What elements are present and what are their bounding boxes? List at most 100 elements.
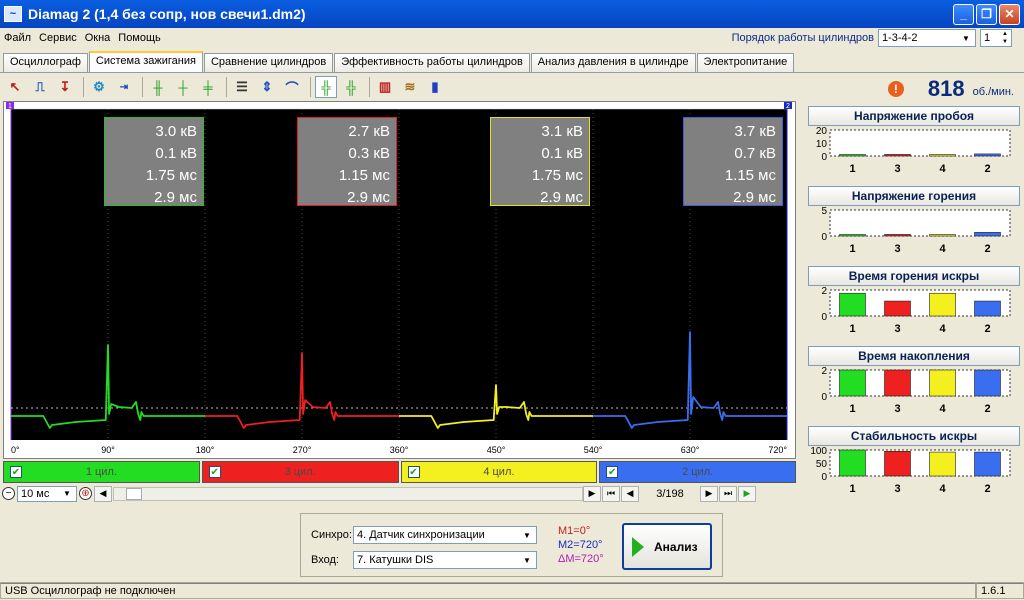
tab-divider (0, 72, 1024, 73)
category-label: 4 (939, 483, 946, 495)
breakdown-voltage: 3.0 кВ (155, 123, 197, 140)
zoom-out-icon[interactable]: − (2, 487, 15, 500)
stat-panel-title[interactable]: Напряжение горения (808, 186, 1020, 206)
burn-time: 1.75 мс (531, 167, 583, 184)
tab-cylinder-efficiency[interactable]: Эффективность работы цилиндров (334, 53, 530, 72)
oscilloscope-view[interactable]: 1120°90°180°270°360°450°540°630°720° 3.0… (3, 101, 796, 459)
position-slider[interactable] (113, 486, 583, 501)
menu-help[interactable]: Помощь (114, 32, 165, 44)
spin-arrows-icon[interactable]: ▲ ▼ (999, 30, 1011, 46)
category-label: 1 (849, 163, 855, 175)
y-tick-label: 0 (821, 312, 827, 323)
checkbox-checked-icon[interactable]: ✔ (10, 466, 22, 478)
measurement-box: 3.0 кВ 0.1 кВ 1.75 мс 2.9 мс (104, 117, 204, 206)
menu-windows[interactable]: Окна (81, 32, 115, 44)
cursor-pair-icon[interactable]: ╪ (197, 76, 219, 98)
measurement-box: 3.1 кВ 0.1 кВ 1.75 мс 2.9 мс (490, 117, 590, 206)
grid-lines-icon[interactable]: ☰ (231, 76, 253, 98)
stat-bar (839, 234, 866, 237)
stat-panel: Время накопления 2 0 1 3 4 2 (808, 346, 1020, 420)
burn-time: 1.15 мс (724, 167, 776, 184)
stat-panel-title[interactable]: Время накопления (808, 346, 1020, 366)
first-page-button[interactable]: ⏮ (602, 485, 620, 502)
stat-bar (884, 154, 911, 157)
vertical-scale-icon[interactable]: ⇕ (256, 76, 278, 98)
bars-red-icon[interactable]: ▥ (374, 76, 396, 98)
checkbox-checked-icon[interactable]: ✔ (606, 466, 619, 478)
tab-oscilloscope[interactable]: Осциллограф (3, 53, 88, 72)
waves-icon[interactable]: ≋ (399, 76, 421, 98)
category-label: 4 (939, 323, 946, 335)
peak-icon[interactable]: ⌒ (281, 76, 303, 98)
tab-power-supply[interactable]: Электропитание (696, 53, 795, 72)
cursor-move-icon[interactable]: ┼ (172, 76, 194, 98)
input-value: 7. Катушки DIS (357, 554, 434, 566)
overlay-mode-icon[interactable]: ╬ (315, 76, 337, 98)
warning-icon: ! (887, 81, 904, 97)
time-scale-select[interactable]: 10 мс ▼ (17, 485, 77, 502)
cursor-tool-icon[interactable]: ↖ (4, 76, 26, 98)
toolbar-separator (226, 77, 227, 97)
bar-chart-icon[interactable]: ▮ (424, 76, 446, 98)
cylinder-label: 2 цил. (682, 466, 714, 478)
firing-order-select[interactable]: 1-3-4-2 ▼ (878, 29, 976, 47)
marker-label-left: 1 (8, 103, 12, 110)
rising-edge-icon[interactable]: ⎍ (29, 76, 51, 98)
measurement-box: 3.7 кВ 0.7 кВ 1.15 мс 2.9 мс (683, 117, 783, 206)
degree-tick-label: 720° (768, 445, 787, 455)
cylinder-toggle-1[interactable]: ✔ 1 цил. (3, 461, 200, 483)
stat-panel-title[interactable]: Стабильность искры (808, 426, 1020, 446)
play-button[interactable]: ▶ (738, 485, 756, 502)
toolbar-separator (142, 77, 143, 97)
analyze-button[interactable]: Анализ (622, 523, 712, 570)
marker-delta: ΔM=720° (558, 553, 604, 565)
tab-cylinder-comparison[interactable]: Сравнение цилиндров (203, 53, 334, 72)
cylinder-toggle-4[interactable]: ✔ 4 цил. (400, 461, 598, 483)
dwell-time: 2.9 мс (154, 189, 197, 206)
sync-select[interactable]: 4. Датчик синхронизации ▼ (353, 526, 537, 544)
degree-tick-label: 180° (196, 445, 215, 455)
chevron-down-icon: ▼ (523, 530, 531, 540)
tab-pressure-analysis[interactable]: Анализ давления в цилиндре (530, 53, 696, 72)
menu-service[interactable]: Сервис (35, 32, 81, 44)
chart-frame (829, 129, 1011, 157)
stat-bar (839, 449, 866, 477)
input-select[interactable]: 7. Катушки DIS ▼ (353, 551, 537, 569)
cylinder-toggle-3[interactable]: ✔ 3 цил. (201, 461, 399, 483)
numbered-cursor-icon[interactable]: ⇥ (113, 76, 135, 98)
stat-chart: 100 50 0 1 3 4 2 (808, 446, 1020, 500)
checkbox-checked-icon[interactable]: ✔ (407, 466, 420, 478)
overlay-alt-icon[interactable]: ╬ (340, 76, 362, 98)
sync-row: Синхро: 4. Датчик синхронизации ▼ (311, 526, 537, 544)
stat-bar (929, 234, 956, 237)
restore-button[interactable]: ❐ (976, 3, 997, 25)
close-button[interactable]: ✕ (999, 3, 1020, 25)
slider-thumb[interactable] (126, 487, 142, 500)
probe-icon[interactable]: ⚙ (88, 76, 110, 98)
stat-panel-title[interactable]: Напряжение пробоя (808, 106, 1020, 126)
cylinder-toggle-2[interactable]: ✔ 2 цил. (599, 461, 796, 483)
checkbox-checked-icon[interactable]: ✔ (208, 466, 221, 478)
burn-time: 1.75 мс (145, 167, 197, 184)
prev-page-button[interactable]: ◀ (621, 485, 639, 502)
stat-panel-title[interactable]: Время горения искры (808, 266, 1020, 286)
minimize-button[interactable]: _ (953, 3, 974, 25)
last-page-button[interactable]: ⏭ (719, 485, 737, 502)
stat-bar (839, 292, 866, 317)
scroll-right-button[interactable]: ▶ (583, 485, 601, 502)
measurement-box: 2.7 кВ 0.3 кВ 1.15 мс 2.9 мс (297, 117, 397, 206)
dwell-time: 2.9 мс (733, 189, 776, 206)
stat-chart: 20 10 0 1 3 4 2 (808, 126, 1020, 180)
stat-bar (929, 369, 956, 397)
cursors-icon[interactable]: ╫ (147, 76, 169, 98)
zoom-in-icon[interactable]: ⊕ (79, 487, 92, 500)
scroll-left-button[interactable]: ◀ (94, 485, 112, 502)
menu-file[interactable]: Файл (0, 32, 35, 44)
stat-chart: 5 0 1 3 4 2 (808, 206, 1020, 260)
falling-edge-icon[interactable]: ↧ (54, 76, 76, 98)
firing-order-spinner[interactable]: 1 ▲ ▼ (980, 29, 1012, 47)
tab-ignition-system[interactable]: Система зажигания (88, 51, 203, 72)
next-page-button[interactable]: ▶ (700, 485, 718, 502)
breakdown-voltage: 3.7 кВ (734, 123, 776, 140)
title-bar: ~ Diamag 2 (1,4 без сопр, нов свечи1.dm2… (0, 0, 1024, 28)
